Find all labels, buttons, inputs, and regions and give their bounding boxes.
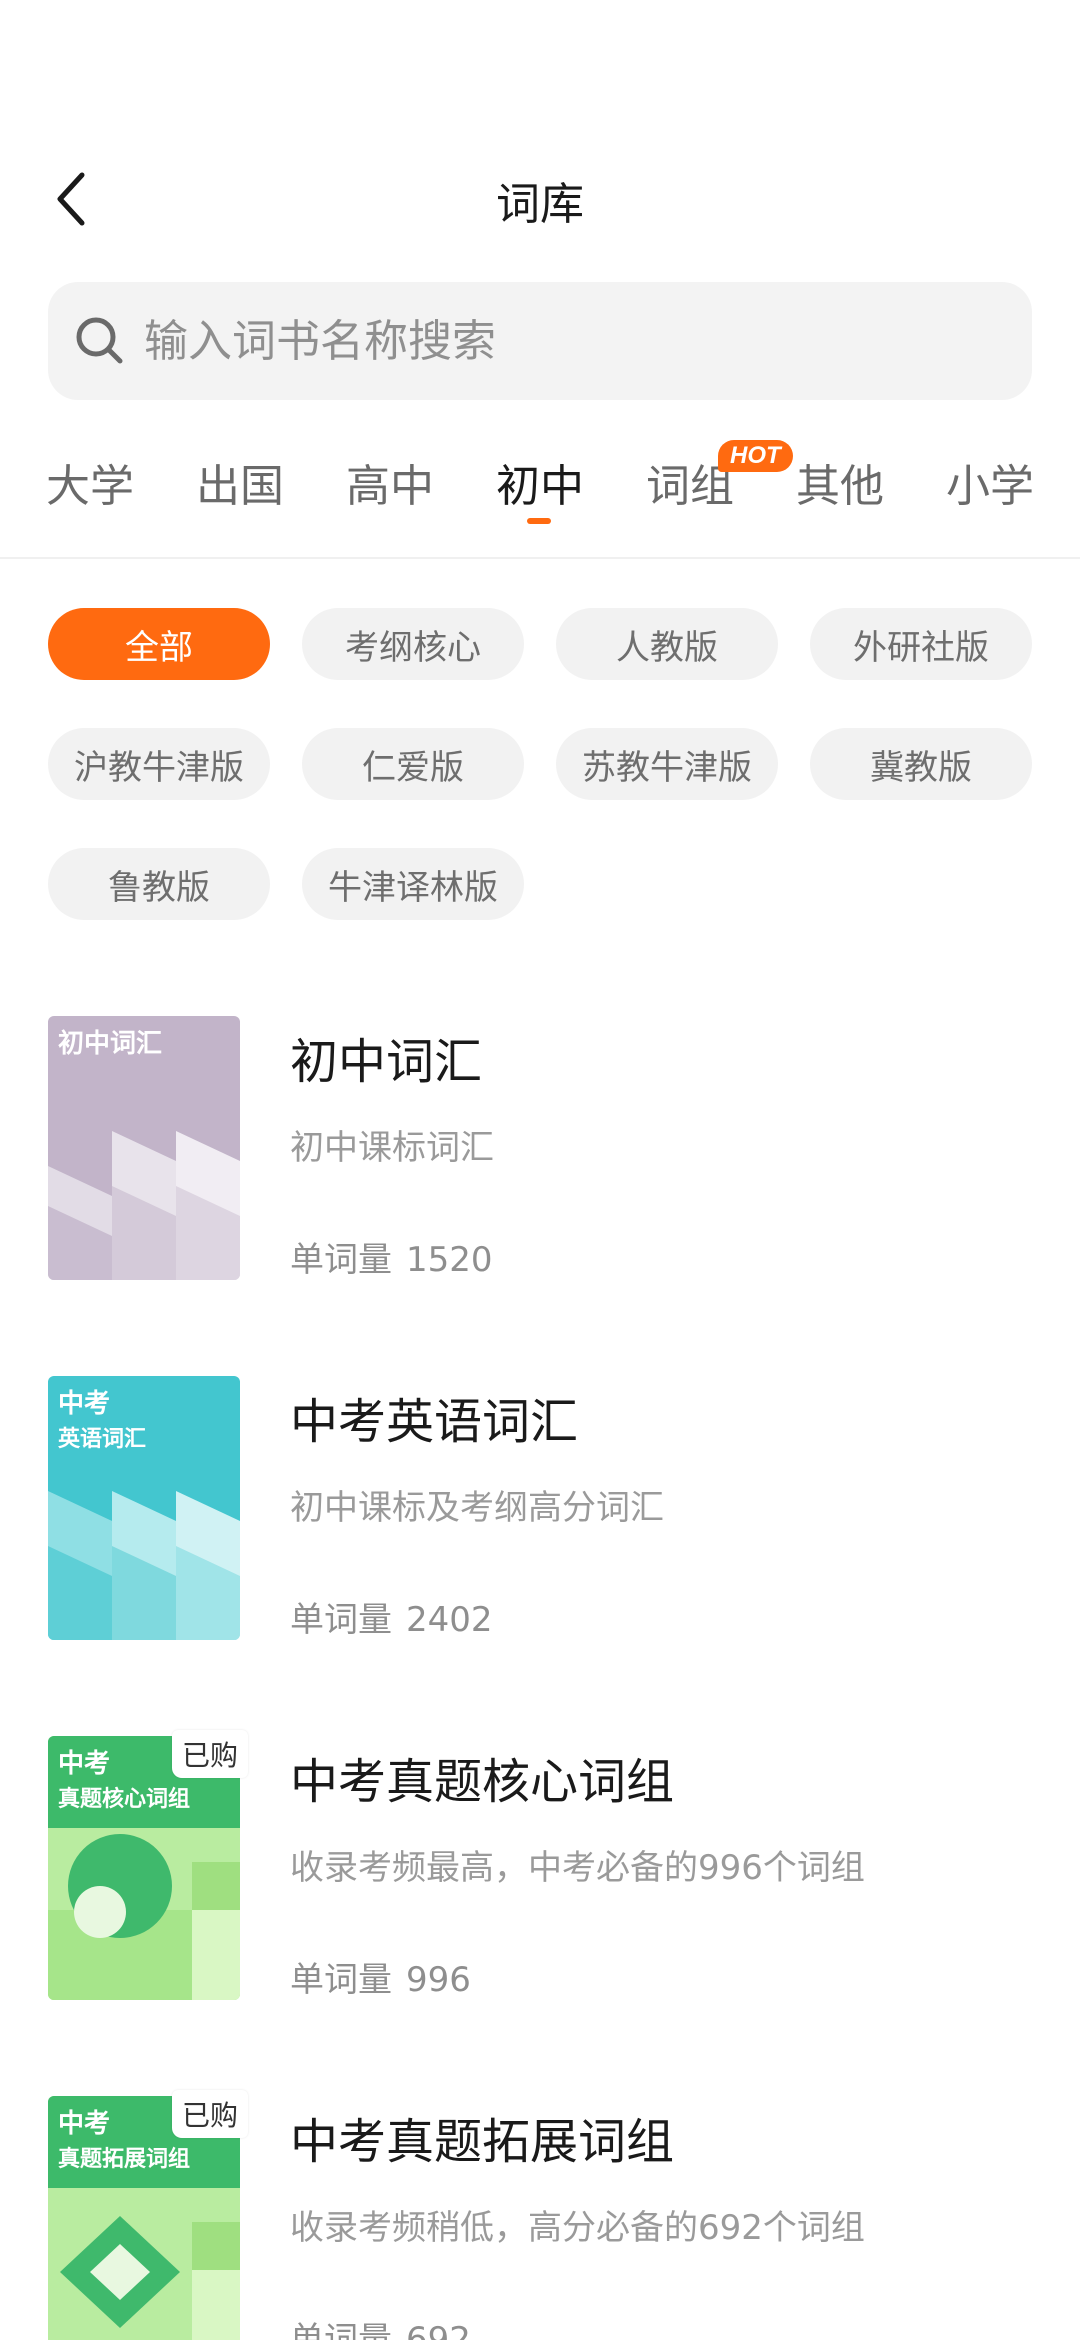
book-cover: 中考 英语词汇 bbox=[48, 1376, 240, 1640]
word-count: 单词量 692 bbox=[290, 2312, 471, 2340]
chip-jiangsu-oxford[interactable]: 苏教牛津版 bbox=[556, 728, 778, 800]
tab-high-school[interactable]: 高中 bbox=[346, 450, 434, 514]
category-tabs: 大学 出国 高中 初中 词组 HOT 其他 小学 bbox=[0, 440, 1080, 558]
word-count: 单词量 996 bbox=[290, 1952, 471, 2001]
purchased-badge: 已购 bbox=[172, 2090, 249, 2138]
active-tab-indicator bbox=[527, 518, 551, 524]
chip-shanghai-oxford[interactable]: 沪教牛津版 bbox=[48, 728, 270, 800]
chip-hebei[interactable]: 冀教版 bbox=[810, 728, 1032, 800]
tab-university[interactable]: 大学 bbox=[46, 450, 134, 514]
tab-primary-school[interactable]: 小学 bbox=[946, 450, 1034, 514]
chip-fltrp[interactable]: 外研社版 bbox=[810, 608, 1032, 680]
book-item[interactable]: 中考 英语词汇 中考英语词汇 初中课标及考纲高分词汇 单词量 2402 bbox=[48, 1376, 1032, 1646]
tabs-divider bbox=[0, 557, 1080, 559]
tab-study-abroad[interactable]: 出国 bbox=[196, 450, 284, 514]
page-title: 词库 bbox=[496, 179, 584, 230]
cover-title-sub: 英语词汇 bbox=[58, 1427, 147, 1452]
book-title: 中考真题拓展词组 bbox=[290, 2114, 675, 2170]
search-icon bbox=[76, 317, 123, 364]
chip-renai[interactable]: 仁爱版 bbox=[302, 728, 524, 800]
top-bar: 词库 bbox=[0, 150, 1080, 250]
word-count: 单词量 2402 bbox=[290, 1592, 493, 1641]
word-count-value: 2402 bbox=[406, 1600, 493, 1640]
book-description: 初中课标及考纲高分词汇 bbox=[290, 1488, 664, 1528]
book-title: 中考真题核心词组 bbox=[290, 1754, 675, 1810]
book-description: 收录考频稍低，高分必备的692个词组 bbox=[290, 2208, 865, 2248]
book-title: 中考英语词汇 bbox=[290, 1394, 579, 1450]
tab-junior-high[interactable]: 初中 bbox=[496, 450, 584, 514]
cover-title: 初中词汇 bbox=[58, 1029, 163, 1059]
chip-all[interactable]: 全部 bbox=[48, 608, 270, 680]
chip-oxford-yilin[interactable]: 牛津译林版 bbox=[302, 848, 524, 920]
hot-badge: HOT bbox=[718, 440, 793, 472]
word-count-label: 单词量 bbox=[290, 1240, 392, 1280]
book-description: 初中课标词汇 bbox=[290, 1128, 494, 1168]
cover-title: 中考 真题核心词组 bbox=[58, 1746, 190, 1818]
book-title: 初中词汇 bbox=[290, 1034, 483, 1090]
search-input[interactable] bbox=[144, 315, 944, 367]
word-count-label: 单词量 bbox=[290, 1600, 392, 1640]
cover-title: 中考 英语词汇 bbox=[58, 1386, 146, 1458]
book-description: 收录考频最高，中考必备的996个词组 bbox=[290, 1848, 865, 1888]
tab-other[interactable]: 其他 bbox=[796, 450, 884, 514]
word-count-label: 单词量 bbox=[290, 1960, 392, 2000]
word-count: 单词量 1520 bbox=[290, 1232, 493, 1281]
cover-title-main: 中考 bbox=[58, 1749, 111, 1779]
cover-title: 中考 真题拓展词组 bbox=[58, 2106, 190, 2178]
book-cover: 初中词汇 bbox=[48, 1016, 240, 1280]
cover-title-main: 中考 bbox=[58, 2109, 111, 2139]
purchased-badge: 已购 bbox=[172, 1730, 249, 1778]
word-count-label: 单词量 bbox=[290, 2320, 392, 2340]
cover-title-main: 中考 bbox=[58, 1389, 111, 1419]
chip-shandong[interactable]: 鲁教版 bbox=[48, 848, 270, 920]
book-item[interactable]: 中考 真题核心词组 已购 中考真题核心词组 收录考频最高，中考必备的996个词组 … bbox=[48, 1730, 1032, 2006]
book-item[interactable]: 初中词汇 初中词汇 初中课标词汇 单词量 1520 bbox=[48, 1016, 1032, 1286]
chip-pep[interactable]: 人教版 bbox=[556, 608, 778, 680]
cover-title-sub: 真题拓展词组 bbox=[58, 2147, 191, 2172]
word-count-value: 996 bbox=[406, 1960, 471, 2000]
word-count-value: 1520 bbox=[406, 1240, 493, 1280]
word-count-value: 692 bbox=[406, 2320, 471, 2340]
cover-title-sub: 真题核心词组 bbox=[58, 1787, 191, 1812]
book-item[interactable]: 中考 真题拓展词组 已购 中考真题拓展词组 收录考频稍低，高分必备的692个词组 … bbox=[48, 2090, 1032, 2340]
search-bar[interactable] bbox=[48, 282, 1032, 400]
chip-syllabus-core[interactable]: 考纲核心 bbox=[302, 608, 524, 680]
